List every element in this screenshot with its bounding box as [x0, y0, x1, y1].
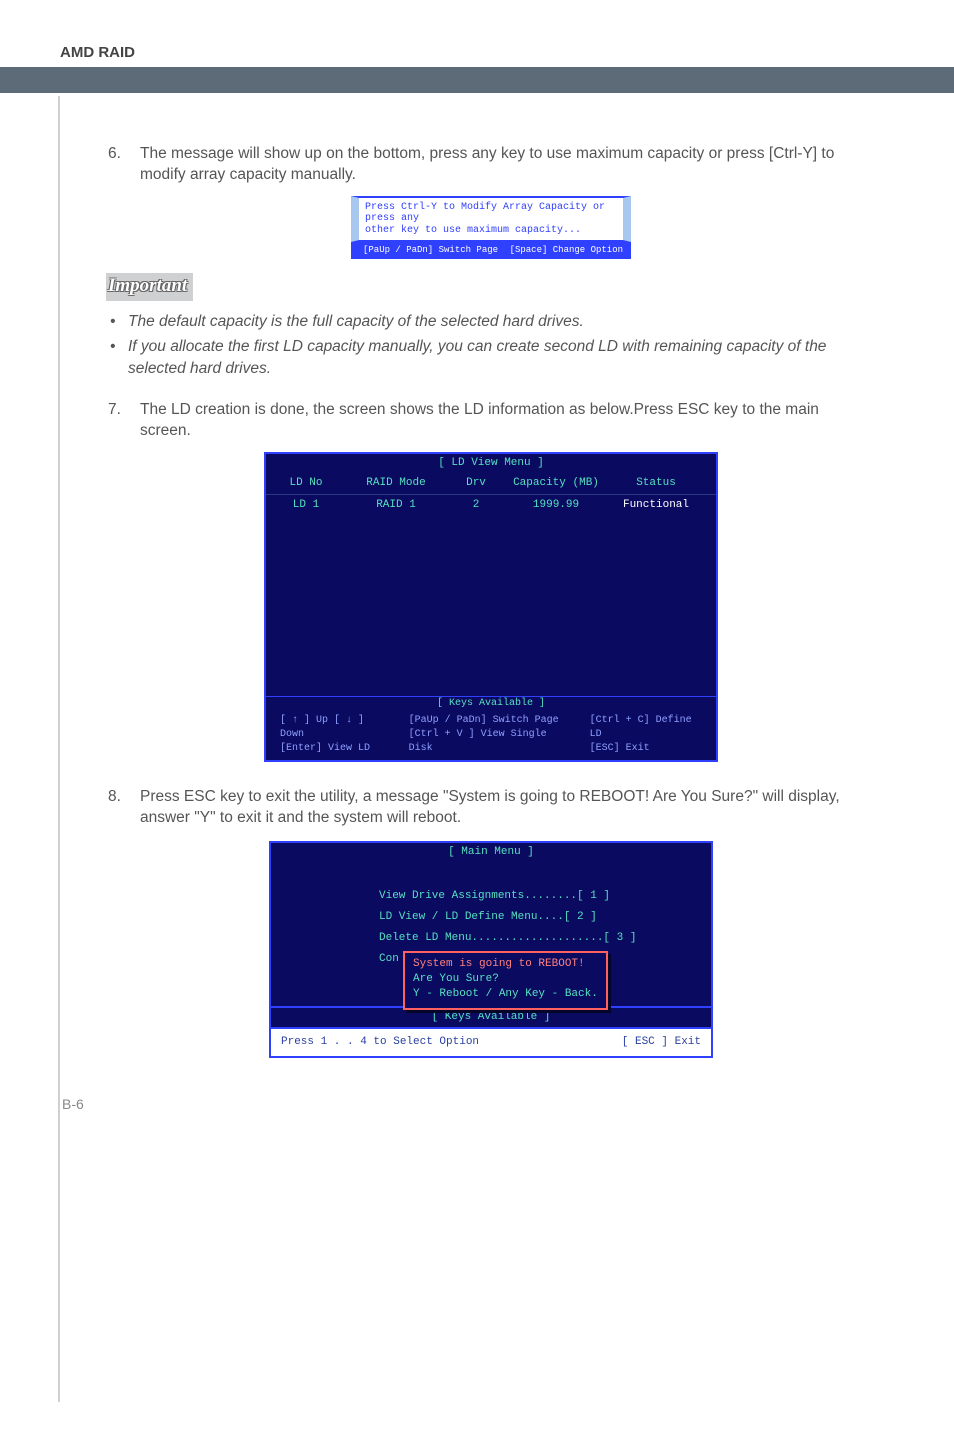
msgbox-foot-left: [PaUp / PaDn] Switch Page — [363, 245, 498, 255]
mainmenu-title: [ Main Menu ] — [271, 843, 711, 862]
footer-left: Press 1 . . 4 to Select Option — [281, 1035, 479, 1050]
ldview-blank — [266, 516, 716, 696]
page-content: 6. The message will show up on the botto… — [0, 93, 954, 1058]
reboot-line2: Are You Sure? — [413, 972, 598, 987]
menu-item: LD View / LD Define Menu....[ 2 ] — [379, 907, 711, 928]
ldview-headers: LD No RAID Mode Drv Capacity (MB) Status — [266, 473, 716, 494]
key-enter: [Enter] View LD — [280, 743, 370, 754]
msgbox-line1: Press Ctrl-Y to Modify Array Capacity or… — [365, 202, 605, 225]
reboot-line1: System is going to REBOOT! — [413, 957, 598, 972]
important-block: Important The default capacity is the fu… — [106, 273, 874, 379]
step-text: The message will show up on the bottom, … — [140, 143, 874, 186]
important-title: Important — [106, 273, 193, 301]
key-ctrlv: [Ctrl + V ] View Single Disk — [409, 729, 547, 754]
footer-right: [ ESC ] Exit — [622, 1035, 701, 1050]
cell-mode: RAID 1 — [346, 495, 446, 516]
menu-item: View Drive Assignments........[ 1 ] — [379, 886, 711, 907]
page-number: B-6 — [0, 1066, 954, 1142]
cell-cap: 1999.99 — [506, 495, 606, 516]
col-mode: RAID Mode — [346, 473, 446, 494]
step-7: 7. The LD creation is done, the screen s… — [108, 399, 874, 442]
cell-ldno: LD 1 — [266, 495, 346, 516]
vertical-gutter — [58, 96, 60, 1402]
msgbox-body: Press Ctrl-Y to Modify Array Capacity or… — [351, 196, 631, 243]
key-page: [PaUp / PaDn] Switch Page — [409, 715, 559, 726]
reboot-dialog: System is going to REBOOT! Are You Sure?… — [403, 951, 608, 1011]
ldview-window: [ LD View Menu ] LD No RAID Mode Drv Cap… — [264, 452, 718, 762]
key-esc: [ESC] Exit — [590, 743, 650, 754]
msgbox-footer: [PaUp / PaDn] Switch Page [Space] Change… — [351, 242, 631, 258]
divider-band — [0, 67, 954, 93]
ldview-body: LD 1 RAID 1 2 1999.99 Functional — [266, 494, 716, 696]
step-6: 6. The message will show up on the botto… — [108, 143, 874, 186]
msgbox-foot-right: [Space] Change Option — [510, 244, 623, 256]
step-8: 8. Press ESC key to exit the utility, a … — [108, 786, 874, 829]
important-list: The default capacity is the full capacit… — [106, 311, 874, 379]
step-number: 8. — [108, 786, 140, 829]
menu-item: Delete LD Menu....................[ 3 ] — [379, 928, 711, 949]
step-text: The LD creation is done, the screen show… — [140, 399, 874, 442]
col-drv: Drv — [446, 473, 506, 494]
keys-body: [ ↑ ] Up [ ↓ ] Down [Enter] View LD [PaU… — [266, 712, 716, 760]
msgbox-line2: other key to use maximum capacity... — [365, 225, 581, 236]
important-bullet: The default capacity is the full capacit… — [106, 311, 874, 332]
msgbox: Press Ctrl-Y to Modify Array Capacity or… — [351, 196, 631, 259]
figure-msgbox: Press Ctrl-Y to Modify Array Capacity or… — [108, 196, 874, 259]
reboot-line3: Y - Reboot / Any Key - Back. — [413, 987, 598, 1002]
mainmenu-footer: Press 1 . . 4 to Select Option [ ESC ] E… — [269, 1029, 713, 1058]
ldview-title: [ LD View Menu ] — [266, 454, 716, 473]
step-text: Press ESC key to exit the utility, a mes… — [140, 786, 874, 829]
cell-drv: 2 — [446, 495, 506, 516]
cell-status: Functional — [606, 495, 706, 516]
section-header: AMD RAID — [0, 0, 954, 67]
col-ldno: LD No — [266, 473, 346, 494]
key-ctrlc: [Ctrl + C] Define LD — [590, 715, 692, 740]
mainmenu-window: [ Main Menu ] View Drive Assignments....… — [269, 841, 713, 1029]
col-status: Status — [606, 473, 706, 494]
ldview-row: LD 1 RAID 1 2 1999.99 Functional — [266, 494, 716, 516]
step-number: 7. — [108, 399, 140, 442]
col-cap: Capacity (MB) — [506, 473, 606, 494]
ldview-keys: [ Keys Available ] [ ↑ ] Up [ ↓ ] Down [… — [266, 696, 716, 760]
figure-mainmenu: [ Main Menu ] View Drive Assignments....… — [108, 841, 874, 1058]
key-up-down: [ ↑ ] Up [ ↓ ] Down — [280, 715, 364, 740]
important-bullet: If you allocate the first LD capacity ma… — [106, 336, 874, 379]
keys-title: [ Keys Available ] — [266, 697, 716, 711]
figure-ldview: [ LD View Menu ] LD No RAID Mode Drv Cap… — [108, 452, 874, 762]
step-number: 6. — [108, 143, 140, 186]
